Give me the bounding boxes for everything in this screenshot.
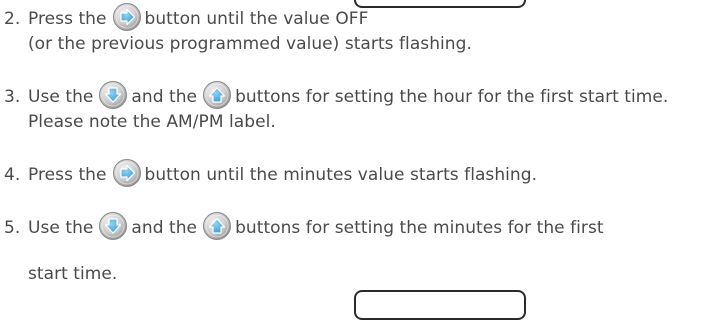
right-arrow-button-icon	[112, 2, 142, 32]
step-2-line-2: (or the previous programmed value) start…	[0, 33, 472, 55]
step-4-text-before: Press the	[28, 165, 107, 185]
step-5-line-1: 5. Use the and the buttons for setting the …	[0, 212, 604, 240]
display-box-top	[354, 0, 526, 8]
down-arrow-button-icon	[98, 211, 128, 241]
step-5-number: 5.	[4, 218, 21, 238]
step-2-text-before: Press the	[28, 9, 107, 29]
step-3-line-1: 3. Use the and the buttons for setting the …	[0, 81, 669, 109]
right-arrow-button-icon	[112, 158, 142, 188]
step-5-text-line-2: start time.	[28, 264, 118, 284]
step-2-text-line-2: (or the previous programmed value) start…	[28, 34, 472, 54]
step-4-text-after: button until the minutes value starts fl…	[144, 165, 538, 185]
step-5-text-after: buttons for setting the minutes for the …	[235, 218, 604, 238]
display-box-bottom	[354, 290, 526, 320]
up-arrow-button-icon	[202, 80, 232, 110]
step-5-text-before: Use the	[28, 218, 94, 238]
step-2-line-1: 2. Press the button until the value OFF	[0, 3, 369, 31]
up-arrow-button-icon	[202, 211, 232, 241]
step-3-text-before: Use the	[28, 87, 94, 107]
down-arrow-button-icon	[98, 80, 128, 110]
step-3-number: 3.	[4, 87, 21, 107]
step-3-text-line-2: Please note the AM/PM label.	[28, 112, 276, 132]
step-4-number: 4.	[4, 165, 21, 185]
step-2-number: 2.	[4, 9, 21, 29]
step-3-line-2: Please note the AM/PM label.	[0, 111, 276, 133]
step-3-text-middle: and the	[131, 87, 198, 107]
step-5-text-middle: and the	[131, 218, 198, 238]
step-2-text-after: button until the value OFF	[144, 9, 369, 29]
step-5-line-2: start time.	[0, 263, 117, 285]
step-3-text-after: buttons for setting the hour for the fir…	[235, 87, 669, 107]
step-4-line-1: 4. Press the button until the minutes valu…	[0, 159, 538, 187]
